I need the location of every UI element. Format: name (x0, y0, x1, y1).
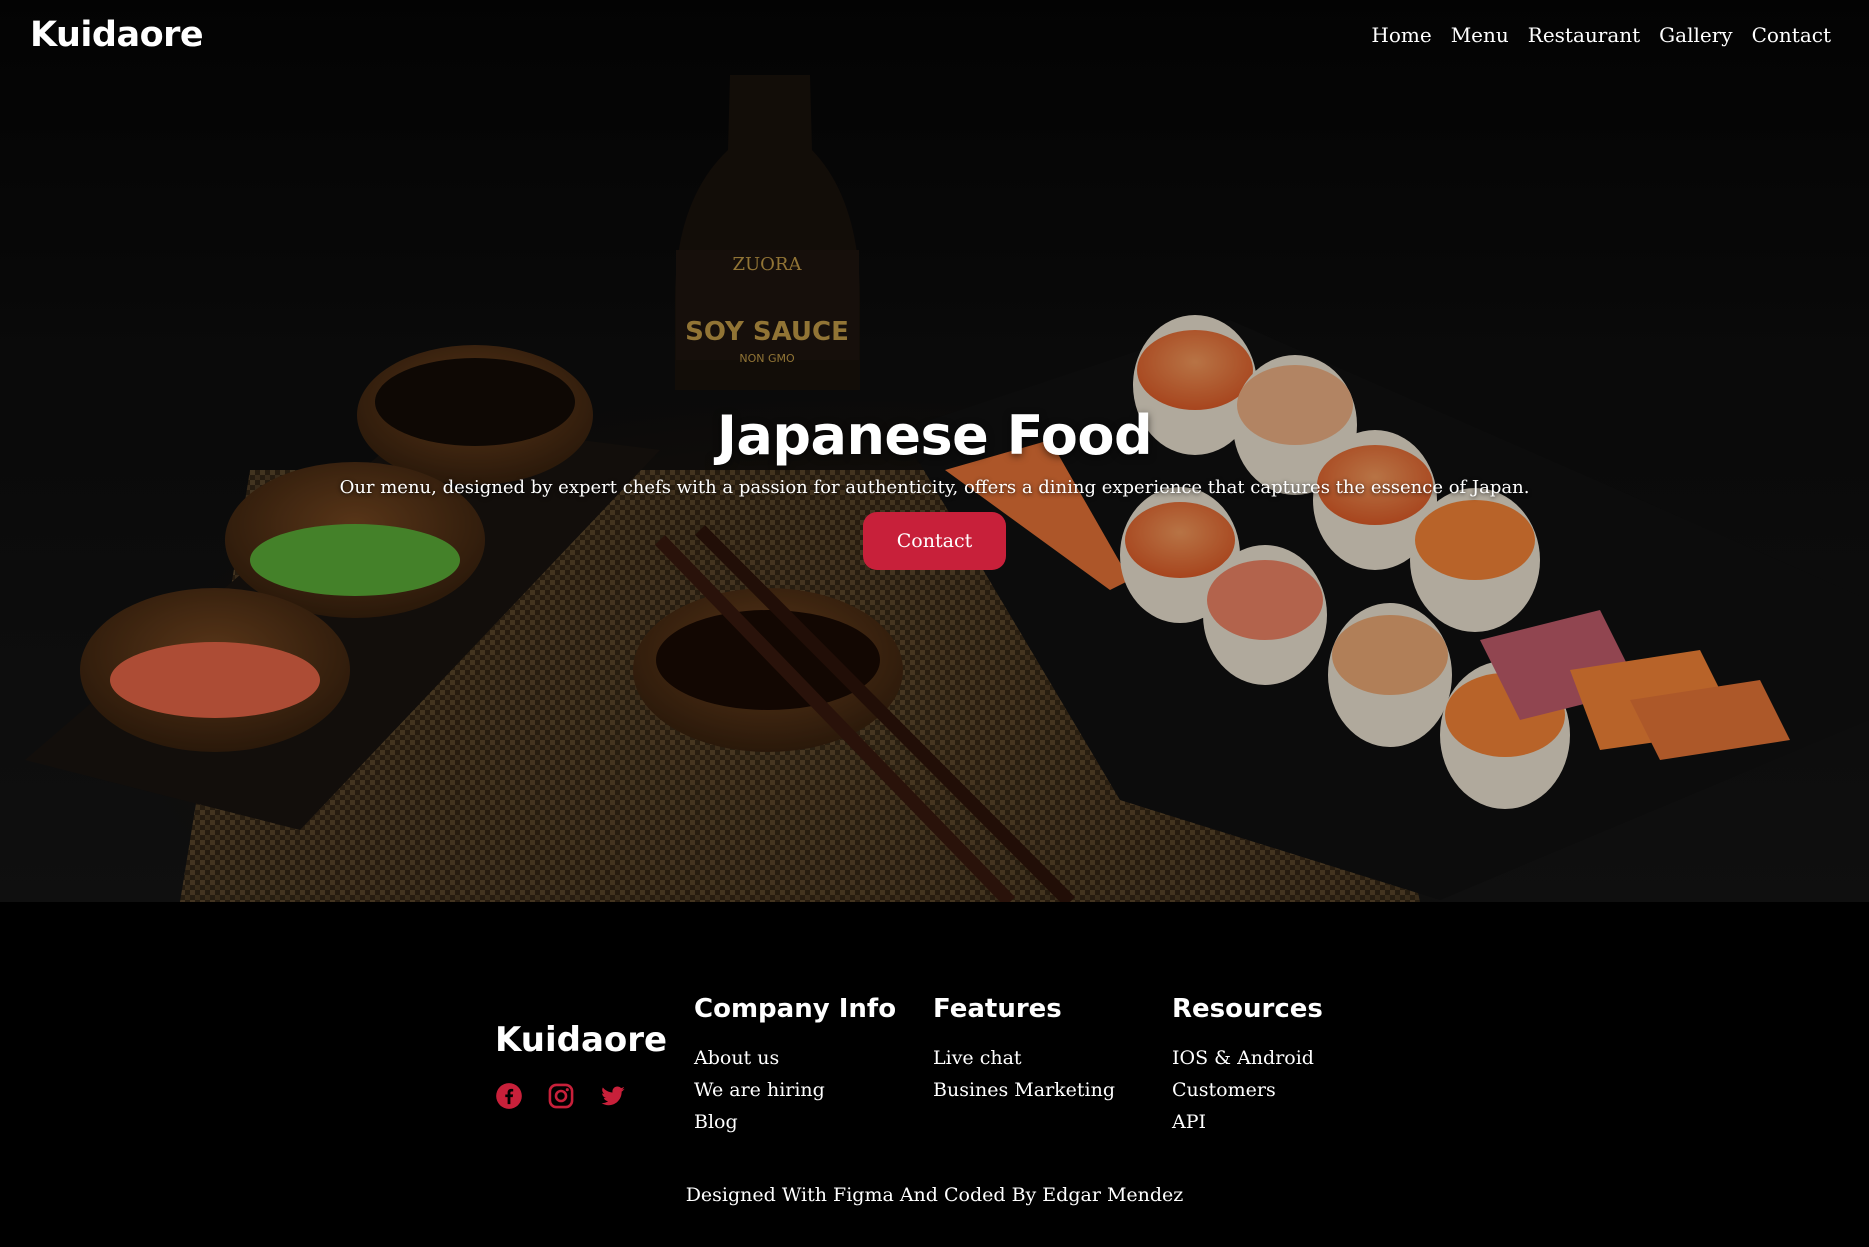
nav-contact[interactable]: Contact (1752, 23, 1831, 47)
footer-col-features: Features Live chat Busines Marketing (933, 994, 1115, 1106)
top-navbar: Kuidaore Home Menu Restaurant Gallery Co… (0, 0, 1869, 70)
link-we-are-hiring[interactable]: We are hiring (694, 1074, 896, 1106)
link-api[interactable]: API (1172, 1106, 1323, 1138)
footer-brand: Kuidaore (495, 1020, 668, 1060)
main-nav: Home Menu Restaurant Gallery Contact (1371, 23, 1831, 47)
nav-restaurant[interactable]: Restaurant (1528, 23, 1640, 47)
footer-brand-block: Kuidaore (495, 1020, 667, 1110)
contact-button[interactable]: Contact (863, 512, 1006, 570)
footer-col-title: Company Info (694, 994, 897, 1024)
footer-col-title: Features (933, 994, 1062, 1024)
link-busines-marketing[interactable]: Busines Marketing (933, 1074, 1115, 1106)
link-blog[interactable]: Blog (694, 1106, 896, 1138)
nav-menu[interactable]: Menu (1451, 23, 1509, 47)
nav-gallery[interactable]: Gallery (1659, 23, 1732, 47)
link-ios-android[interactable]: IOS & Android (1172, 1042, 1323, 1074)
link-customers[interactable]: Customers (1172, 1074, 1323, 1106)
hero-content: Japanese Food Our menu, designed by expe… (0, 404, 1869, 570)
link-about-us[interactable]: About us (694, 1042, 896, 1074)
link-live-chat[interactable]: Live chat (933, 1042, 1115, 1074)
facebook-icon[interactable] (495, 1082, 523, 1110)
brand-logo[interactable]: Kuidaore (30, 15, 204, 55)
nav-home[interactable]: Home (1371, 23, 1431, 47)
footer-col-resources: Resources IOS & Android Customers API (1172, 994, 1323, 1138)
hero-section: SOY SAUCE ZUORA NON GMO Japanese Food Ou… (0, 0, 1869, 902)
footer-col-company-info: Company Info About us We are hiring Blog (694, 994, 896, 1138)
social-links (495, 1082, 667, 1110)
twitter-icon[interactable] (599, 1082, 627, 1110)
instagram-icon[interactable] (547, 1082, 575, 1110)
footer-col-title: Resources (1172, 994, 1323, 1024)
footer: Kuidaore Company Info About us We are hi… (0, 902, 1869, 1247)
hero-subtitle: Our menu, designed by expert chefs with … (339, 477, 1530, 498)
hero-title: Japanese Food (716, 404, 1153, 467)
footer-credit: Designed With Figma And Coded By Edgar M… (685, 1184, 1184, 1206)
